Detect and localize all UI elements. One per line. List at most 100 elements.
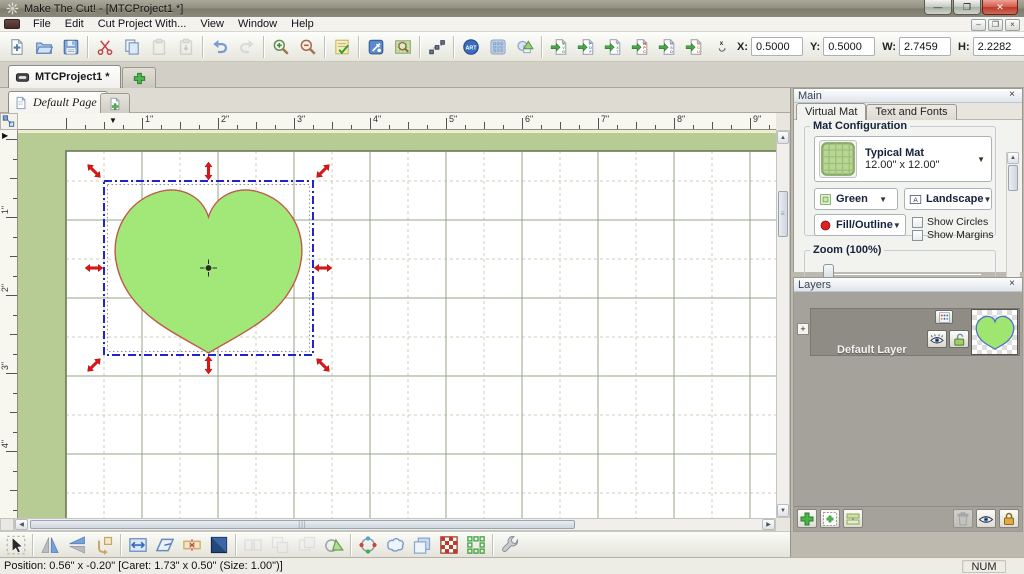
- h-input[interactable]: [972, 37, 1024, 56]
- virtual-mat-canvas[interactable]: [18, 130, 776, 518]
- save-project-button[interactable]: [58, 34, 84, 60]
- ruler-tick: [351, 125, 352, 129]
- fill-outline-dropdown[interactable]: Fill/Outline ▼: [814, 214, 906, 236]
- zoom-out-button[interactable]: [295, 34, 321, 60]
- x-input[interactable]: [751, 37, 803, 56]
- cut-button[interactable]: [92, 34, 118, 60]
- show-margins-checkbox[interactable]: [912, 229, 923, 241]
- add-layer-button[interactable]: [797, 509, 817, 528]
- vertical-scroll-thumb[interactable]: ≡: [778, 191, 788, 237]
- menu-edit[interactable]: Edit: [58, 17, 91, 31]
- import-pdf-button[interactable]: PDF: [573, 34, 599, 60]
- shape-magic-button[interactable]: [512, 34, 538, 60]
- import-gsd-button[interactable]: GSD: [654, 34, 680, 60]
- vertical-scrollbar[interactable]: ▲ ≡ ▼: [776, 130, 790, 518]
- mat-preview-button[interactable]: [390, 34, 416, 60]
- ruler-tick: [731, 125, 732, 129]
- y-input[interactable]: [823, 37, 876, 56]
- main-panel-header[interactable]: Main ×: [794, 89, 1022, 103]
- layer-colors-button[interactable]: [935, 310, 953, 324]
- flip-horizontal-button[interactable]: [37, 532, 63, 558]
- open-project-button[interactable]: [31, 34, 57, 60]
- add-layer-with-selection-button[interactable]: [820, 509, 840, 528]
- node-path-edit-button[interactable]: [424, 34, 450, 60]
- layers-panel-close-icon[interactable]: ×: [1006, 279, 1018, 290]
- mat-color-dropdown[interactable]: Green ▼: [814, 188, 898, 210]
- tools-wrench-button[interactable]: [497, 532, 523, 558]
- flip-vertical-button[interactable]: [64, 532, 90, 558]
- import-svg-button[interactable]: SVG: [546, 34, 572, 60]
- node-mode-button[interactable]: [355, 532, 381, 558]
- mat-tools-button[interactable]: [363, 34, 389, 60]
- layer-thumbnail[interactable]: [971, 309, 1018, 355]
- toggle-visibility-button[interactable]: [976, 509, 996, 528]
- menu-window[interactable]: Window: [231, 17, 284, 31]
- menu-file[interactable]: File: [26, 17, 58, 31]
- tab-project[interactable]: MTCProject1 *: [8, 65, 121, 88]
- scroll-down-arrow[interactable]: ▼: [777, 504, 789, 517]
- cut-project-preview-button[interactable]: [329, 34, 355, 60]
- restore-button[interactable]: ❐: [953, 0, 981, 15]
- scroll-left-arrow[interactable]: ◀: [15, 519, 28, 530]
- close-button[interactable]: ✕: [982, 0, 1018, 15]
- art-store-button[interactable]: ART: [458, 34, 484, 60]
- copy-button[interactable]: [119, 34, 145, 60]
- tab-default-page[interactable]: Default Page: [8, 91, 108, 113]
- new-project-tab-button[interactable]: [122, 67, 156, 88]
- new-document-button[interactable]: [4, 34, 30, 60]
- pattern-fill-button[interactable]: [436, 532, 462, 558]
- import-wpc-button[interactable]: WPC: [627, 34, 653, 60]
- scroll-up-arrow[interactable]: ▲: [1007, 152, 1019, 164]
- add-page-button[interactable]: [100, 93, 130, 113]
- rotate-90-button[interactable]: [91, 532, 117, 558]
- minimize-button[interactable]: —: [924, 0, 952, 15]
- weld-button[interactable]: [321, 532, 347, 558]
- panel-scroll-thumb[interactable]: [1008, 165, 1018, 191]
- w-input[interactable]: [899, 37, 952, 56]
- import-scut-button[interactable]: SCU: [681, 34, 707, 60]
- orientation-dropdown[interactable]: A Landscape ▼: [904, 188, 992, 210]
- scroll-right-arrow[interactable]: ▶: [762, 519, 775, 530]
- layer-lock-icon[interactable]: [949, 330, 969, 348]
- menu-help[interactable]: Help: [284, 17, 321, 31]
- position-reference-icon[interactable]: x: [715, 39, 730, 54]
- layer-row[interactable]: Default Layer: [810, 308, 1020, 356]
- horizontal-scroll-thumb[interactable]: |||: [30, 520, 575, 529]
- tab-virtual-mat[interactable]: Virtual Mat: [796, 103, 867, 120]
- zoom-slider-track[interactable]: [831, 273, 981, 275]
- layer-visibility-eye-icon[interactable]: [927, 330, 947, 348]
- ruler-tick: [636, 122, 637, 129]
- show-margins-checkbox-row[interactable]: Show Margins: [912, 229, 994, 241]
- mat-type-dropdown[interactable]: Typical Mat 12.00" x 12.00" ▼: [814, 136, 992, 182]
- layer-expand-button[interactable]: +: [797, 323, 809, 335]
- mdi-minimize-button[interactable]: –: [971, 18, 986, 31]
- boolean-join-button[interactable]: [409, 532, 435, 558]
- show-circles-checkbox[interactable]: [912, 216, 923, 228]
- main-panel-close-icon[interactable]: ×: [1006, 90, 1018, 101]
- shadow-layer-button[interactable]: [206, 532, 232, 558]
- stretch-button[interactable]: [125, 532, 151, 558]
- break-apart-button[interactable]: [179, 532, 205, 558]
- lasso-select-button[interactable]: [382, 532, 408, 558]
- menu-view[interactable]: View: [193, 17, 231, 31]
- layers-panel-header[interactable]: Layers ×: [794, 278, 1022, 292]
- toggle-lock-button[interactable]: [999, 509, 1019, 528]
- show-circles-checkbox-row[interactable]: Show Circles: [912, 216, 988, 228]
- mdi-close-button[interactable]: ×: [1005, 18, 1020, 31]
- tab-text-and-fonts[interactable]: Text and Fonts: [866, 104, 957, 120]
- undo-button[interactable]: [207, 34, 233, 60]
- scroll-up-arrow[interactable]: ▲: [777, 131, 789, 144]
- skew-button[interactable]: [152, 532, 178, 558]
- mdi-restore-button[interactable]: ❐: [988, 18, 1003, 31]
- basic-shapes-button[interactable]: [485, 34, 511, 60]
- merge-layers-button[interactable]: [843, 509, 863, 528]
- import-txt-button[interactable]: TXT: [600, 34, 626, 60]
- layers-list: + Default Layer: [794, 292, 1022, 532]
- zoom-in-button[interactable]: [268, 34, 294, 60]
- ruler-tick: [598, 118, 599, 129]
- horizontal-scrollbar[interactable]: ◀ ||| ▶: [14, 518, 776, 531]
- selection-tool-button[interactable]: [3, 532, 29, 558]
- ruler-corner[interactable]: [0, 113, 18, 130]
- lattice-button[interactable]: [463, 532, 489, 558]
- menu-cut-project-with[interactable]: Cut Project With...: [91, 17, 194, 31]
